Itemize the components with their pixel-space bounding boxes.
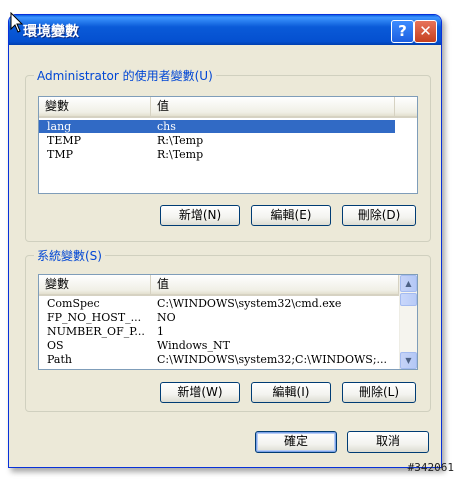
user-new-button[interactable]: 新增(N) bbox=[160, 205, 240, 226]
user-row-name: TMP bbox=[47, 148, 74, 161]
ok-button[interactable]: 確定 bbox=[255, 431, 337, 453]
user-column-value[interactable]: 值 bbox=[151, 97, 395, 116]
system-row-name: NUMBER_OF_P... bbox=[47, 325, 145, 338]
mouse-pointer-icon bbox=[10, 12, 24, 33]
system-row-comspec[interactable]: ComSpec C:\WINDOWS\system32\cmd.exe bbox=[39, 297, 399, 310]
system-list-header: 變數 值 bbox=[39, 275, 399, 296]
user-variables-group: Administrator 的使用者變數(U) 變數 值 lang chs TE… bbox=[25, 67, 431, 242]
user-row-temp[interactable]: TEMP R:\Temp bbox=[39, 134, 395, 147]
watermark-text: #342061 bbox=[407, 461, 454, 474]
scroll-up-icon[interactable]: ▲ bbox=[400, 275, 417, 292]
user-delete-button[interactable]: 刪除(D) bbox=[342, 205, 416, 226]
title-bar[interactable]: 環境變數 ? ✕ bbox=[9, 15, 441, 45]
system-row-name: OS bbox=[47, 339, 64, 352]
user-row-name: TEMP bbox=[47, 134, 82, 147]
user-variables-list[interactable]: 變數 值 lang chs TEMP R:\Temp TMP R:\Temp bbox=[38, 96, 418, 194]
system-row-name: ComSpec bbox=[47, 297, 100, 310]
system-column-variable[interactable]: 變數 bbox=[39, 275, 151, 294]
help-button[interactable]: ? bbox=[391, 20, 414, 43]
system-column-value[interactable]: 值 bbox=[151, 275, 399, 294]
system-edit-button[interactable]: 編輯(I) bbox=[251, 382, 331, 403]
close-button[interactable]: ✕ bbox=[414, 20, 437, 43]
user-edit-button[interactable]: 編輯(E) bbox=[251, 205, 331, 226]
system-row-path[interactable]: Path C:\WINDOWS\system32;C:\WINDOWS;... bbox=[39, 353, 399, 366]
system-variables-group: 系統變數(S) 變數 值 ComSpec C:\WINDOWS\system32… bbox=[25, 247, 431, 412]
system-row-name: Path bbox=[47, 353, 72, 366]
system-row-value: NO bbox=[157, 311, 176, 324]
system-list-scrollbar[interactable]: ▲ ▼ bbox=[399, 275, 417, 369]
user-column-variable[interactable]: 變數 bbox=[39, 97, 151, 116]
user-row-value: R:\Temp bbox=[157, 148, 204, 161]
system-row-value: Windows_NT bbox=[157, 339, 230, 352]
user-row-value: chs bbox=[157, 120, 176, 133]
user-row-tmp[interactable]: TMP R:\Temp bbox=[39, 148, 395, 161]
system-row-name: FP_NO_HOST_... bbox=[47, 311, 142, 324]
system-row-value: C:\WINDOWS\system32;C:\WINDOWS;... bbox=[157, 353, 388, 366]
system-row-os[interactable]: OS Windows_NT bbox=[39, 339, 399, 352]
cancel-button[interactable]: 取消 bbox=[347, 431, 429, 453]
user-row-name: lang bbox=[47, 120, 72, 133]
system-variables-legend: 系統變數(S) bbox=[34, 247, 105, 264]
system-row-value: C:\WINDOWS\system32\cmd.exe bbox=[157, 297, 342, 310]
scroll-thumb[interactable] bbox=[400, 293, 417, 306]
environment-variables-dialog: 環境變數 ? ✕ Administrator 的使用者變數(U) 變數 值 la… bbox=[8, 14, 442, 468]
system-variables-list[interactable]: 變數 值 ComSpec C:\WINDOWS\system32\cmd.exe… bbox=[38, 274, 418, 370]
system-row-value: 1 bbox=[157, 325, 164, 338]
system-row-fp-no-host[interactable]: FP_NO_HOST_... NO bbox=[39, 311, 399, 324]
user-list-header: 變數 值 bbox=[39, 97, 417, 118]
user-variables-legend: Administrator 的使用者變數(U) bbox=[34, 67, 216, 84]
scroll-down-icon[interactable]: ▼ bbox=[400, 352, 417, 369]
user-row-value: R:\Temp bbox=[157, 134, 204, 147]
system-delete-button[interactable]: 刪除(L) bbox=[342, 382, 416, 403]
system-new-button[interactable]: 新增(W) bbox=[160, 382, 240, 403]
window-title: 環境變數 bbox=[23, 24, 79, 40]
system-row-number-of-processors[interactable]: NUMBER_OF_P... 1 bbox=[39, 325, 399, 338]
user-row-lang[interactable]: lang chs bbox=[39, 120, 395, 133]
